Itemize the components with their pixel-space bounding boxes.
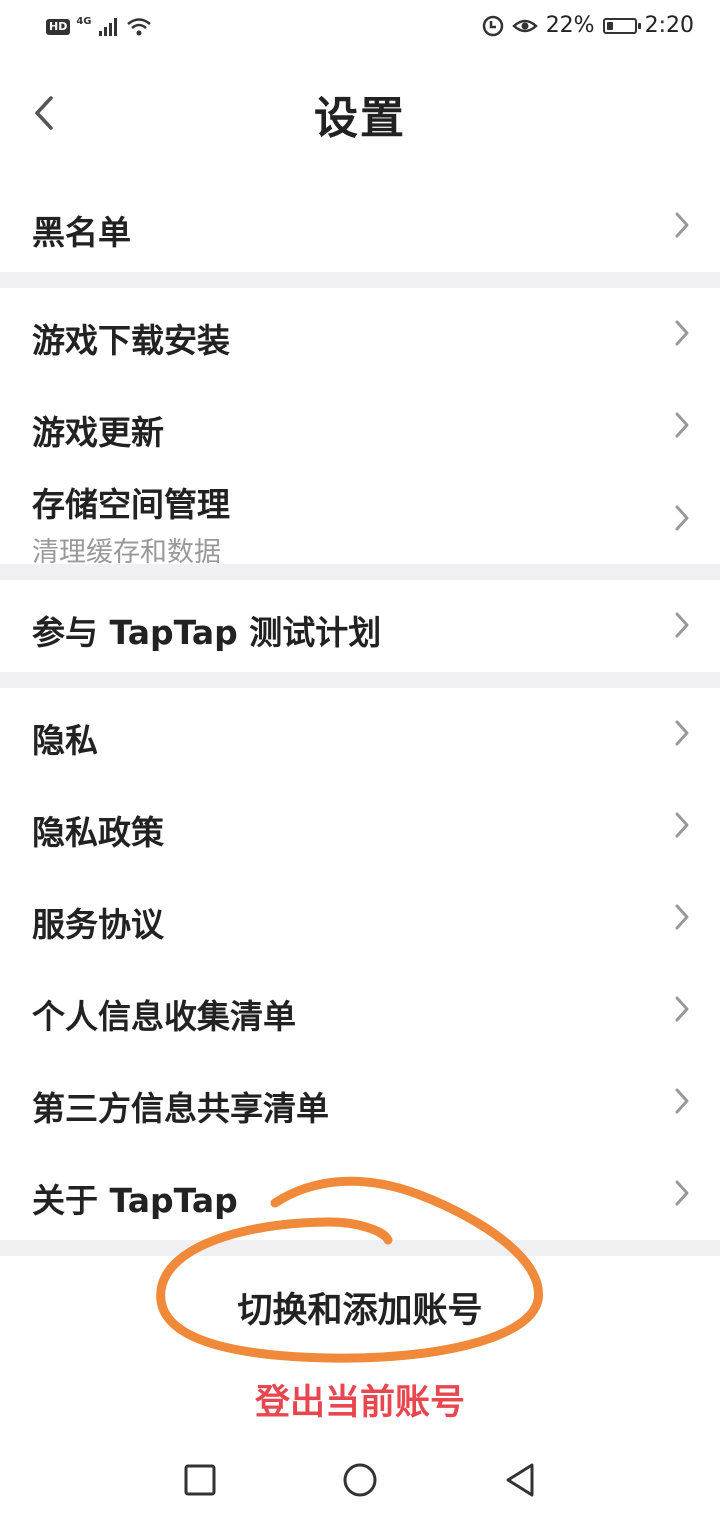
- page-title: 设置: [314, 93, 406, 144]
- settings-item-game-update[interactable]: 游戏更新: [0, 380, 720, 472]
- chevron-right-icon: [675, 505, 689, 531]
- chevron-right-icon: [675, 812, 689, 838]
- settings-item-privacy-policy[interactable]: 隐私政策: [0, 780, 720, 872]
- chevron-right-icon: [675, 720, 689, 746]
- settings-item-blacklist[interactable]: 黑名单: [0, 180, 720, 272]
- data-saver-icon: [482, 15, 503, 36]
- settings-item-personal-info[interactable]: 个人信息收集清单: [0, 964, 720, 1056]
- chevron-right-icon: [675, 996, 689, 1022]
- chevron-right-icon: [675, 320, 689, 346]
- logout-button[interactable]: 登出当前账号: [0, 1374, 720, 1425]
- battery-percent: 22%: [545, 13, 595, 38]
- chevron-right-icon: [675, 412, 689, 438]
- status-bar: HD 4G 22% 2:20: [0, 0, 720, 58]
- hd-badge: HD: [46, 19, 71, 35]
- settings-item-label: 个人信息收集清单: [32, 997, 296, 1036]
- chevron-right-icon: [675, 612, 689, 638]
- settings-item-label: 隐私政策: [32, 813, 164, 852]
- recent-apps-icon[interactable]: [180, 1460, 220, 1500]
- settings-item-label: 黑名单: [32, 213, 131, 252]
- settings-item-game-download[interactable]: 游戏下载安装: [0, 288, 720, 380]
- back-icon[interactable]: [500, 1460, 540, 1500]
- clock: 2:20: [644, 13, 694, 38]
- settings-item-label: 参与 TapTap 测试计划: [32, 613, 382, 652]
- wifi-icon: [126, 18, 151, 36]
- section-divider: [0, 1240, 720, 1256]
- switch-account-button[interactable]: 切换和添加账号: [0, 1282, 720, 1333]
- settings-item-label: 存储空间管理: [32, 485, 230, 524]
- battery-icon: [602, 17, 641, 34]
- chevron-right-icon: [675, 212, 689, 238]
- settings-item-label: 关于 TapTap: [32, 1181, 238, 1220]
- network-type: 4G: [76, 15, 92, 27]
- settings-item-label: 隐私: [32, 721, 98, 760]
- section-divider: [0, 564, 720, 580]
- system-nav-bar: [0, 1438, 720, 1520]
- settings-item-third-party[interactable]: 第三方信息共享清单: [0, 1056, 720, 1148]
- section-divider: [0, 672, 720, 688]
- chevron-right-icon: [675, 1180, 689, 1206]
- battery-level: [606, 21, 613, 30]
- settings-item-label: 服务协议: [32, 905, 164, 944]
- section-divider: [0, 272, 720, 288]
- settings-item-beta[interactable]: 参与 TapTap 测试计划: [0, 580, 720, 672]
- chevron-right-icon: [675, 1088, 689, 1114]
- signal-icon: [98, 18, 117, 36]
- settings-item-privacy[interactable]: 隐私: [0, 688, 720, 780]
- chevron-right-icon: [675, 904, 689, 930]
- settings-item-label: 第三方信息共享清单: [32, 1089, 329, 1128]
- settings-item-label: 游戏更新: [32, 413, 164, 452]
- home-icon[interactable]: [340, 1460, 380, 1500]
- settings-item-service-agreement[interactable]: 服务协议: [0, 872, 720, 964]
- status-right: 22% 2:20: [482, 13, 694, 38]
- eye-comfort-icon: [511, 19, 538, 32]
- settings-item-about[interactable]: 关于 TapTap: [0, 1148, 720, 1240]
- header: 设置: [0, 58, 720, 168]
- status-left: HD 4G: [46, 16, 152, 38]
- settings-item-label: 游戏下载安装: [32, 321, 230, 360]
- settings-item-storage[interactable]: 存储空间管理 清理缓存和数据: [0, 472, 720, 568]
